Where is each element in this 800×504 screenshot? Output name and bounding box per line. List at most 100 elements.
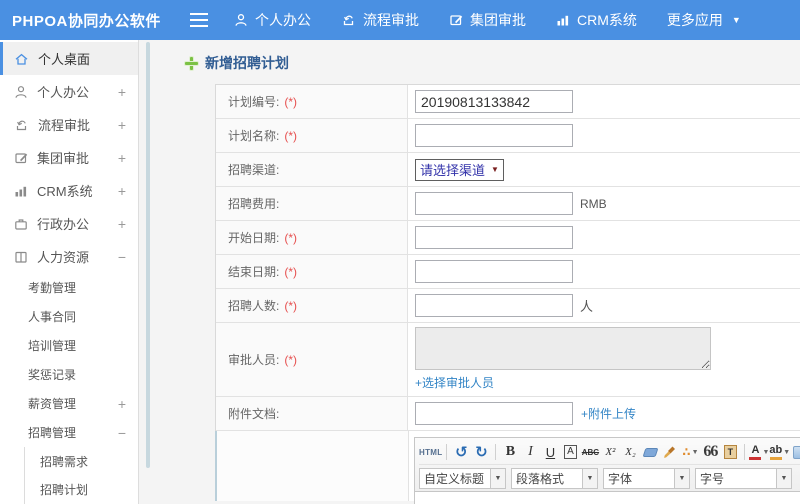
broom-icon <box>664 446 676 458</box>
page-title: 新增招聘计划 <box>185 53 800 73</box>
plan-number-input[interactable] <box>415 90 573 113</box>
field-value <box>408 119 800 152</box>
required-mark: (*) <box>284 264 298 279</box>
sidebar-item-hr[interactable]: 人力资源 − <box>0 240 138 273</box>
people-suffix: 人 <box>580 299 594 314</box>
font-color-button[interactable]: A ▼ <box>749 443 769 462</box>
expand-plus-icon[interactable]: + <box>118 150 126 166</box>
sidebar-item-label: 行政办公 <box>37 217 90 232</box>
font-size-combo[interactable]: 字号 ▼ <box>695 467 792 489</box>
field-value: +选择审批人员 <box>408 323 800 396</box>
eraser-button[interactable] <box>640 443 660 462</box>
format-brush-button[interactable] <box>660 443 680 462</box>
topnav-personal-office[interactable]: 个人办公 <box>234 10 311 30</box>
sidebar-item-recruit-plan[interactable]: 招聘计划 <box>25 475 138 503</box>
caret-down-icon: ▼ <box>776 468 791 488</box>
sidebar-item-group-approval[interactable]: 集团审批 + <box>0 141 138 174</box>
sidebar-item-personal-office[interactable]: 个人办公 + <box>0 75 138 108</box>
field-value: 请选择渠道 ▼ <box>408 153 800 186</box>
subscript-button[interactable]: X₂ <box>620 443 640 462</box>
italic-button[interactable]: I <box>520 443 540 462</box>
attachment-upload-link[interactable]: +附件上传 <box>581 405 636 422</box>
channel-select[interactable]: 请选择渠道 ▼ <box>415 158 504 181</box>
sidebar-item-recruit-mgmt[interactable]: 招聘管理 − <box>0 418 138 447</box>
undo-button[interactable]: ↺ <box>451 443 471 462</box>
source-code-button[interactable]: HTML <box>419 443 442 462</box>
recruit-plan-form: 计划编号: (*) 计划名称: (*) <box>215 84 800 504</box>
char-border-button[interactable]: A <box>560 443 580 462</box>
topnav-more-apps[interactable]: 更多应用 ▼ <box>667 10 741 30</box>
top-navigation: 个人办公 流程审批 集团审批 CRM系统 更多应用 ▼ <box>234 10 771 30</box>
combo-value: 段落格式 <box>516 471 565 486</box>
sidebar-item-admin-office[interactable]: 行政办公 + <box>0 207 138 240</box>
autotypeset-button[interactable]: ∴ ▼ <box>680 443 700 462</box>
topnav-label: CRM系统 <box>577 12 637 28</box>
sidebar-item-label: 奖惩记录 <box>28 368 77 382</box>
start-date-input[interactable] <box>415 226 573 249</box>
label-text: 招聘人数: <box>228 299 280 313</box>
expand-plus-icon[interactable]: + <box>118 183 126 199</box>
topnav-label: 流程审批 <box>363 12 419 28</box>
expand-plus-icon[interactable]: + <box>118 84 126 100</box>
sidebar-item-attendance[interactable]: 考勤管理 <box>0 273 138 302</box>
caret-down-icon: ▼ <box>731 15 741 25</box>
sidebar-scrollbar[interactable] <box>146 42 150 468</box>
required-mark: (*) <box>284 128 298 143</box>
richtext-edit-area[interactable] <box>414 492 800 504</box>
underline-button[interactable]: U <box>540 443 560 462</box>
paste-plain-button[interactable]: T <box>720 443 740 462</box>
richtext-toolbar: HTML ↺ ↻ B I U A ABC X² X₂ ∴ ▼ 66 T A ▼ … <box>414 437 800 492</box>
choose-approver-link[interactable]: +选择审批人员 <box>415 374 494 391</box>
headcount-input[interactable] <box>415 294 573 317</box>
sidebar-item-label: 个人办公 <box>37 85 90 100</box>
topnav-process-approval[interactable]: 流程审批 <box>341 10 419 30</box>
blockquote-button[interactable]: 66 <box>700 443 720 462</box>
redo-button[interactable]: ↻ <box>471 443 491 462</box>
superscript-button[interactable]: X² <box>600 443 620 462</box>
budget-input[interactable] <box>415 192 573 215</box>
home-icon <box>15 53 28 65</box>
topnav-label: 更多应用 <box>666 12 723 28</box>
collapse-minus-icon[interactable]: − <box>118 249 126 265</box>
expand-plus-icon[interactable]: + <box>118 216 126 232</box>
custom-title-combo[interactable]: 自定义标题 ▼ <box>419 467 506 489</box>
insert-image-button[interactable] <box>790 443 800 462</box>
field-value <box>408 221 800 254</box>
field-label: 招聘费用: <box>216 187 408 220</box>
bold-button[interactable]: B <box>500 443 520 462</box>
sidebar-item-desktop[interactable]: 个人桌面 <box>0 42 138 75</box>
sidebar-item-recruit-demand[interactable]: 招聘需求 <box>25 447 138 475</box>
sidebar-item-label: 薪资管理 <box>28 397 77 411</box>
approver-textarea[interactable] <box>415 327 711 370</box>
toolbar-separator <box>446 444 448 460</box>
attachment-input[interactable] <box>415 402 573 425</box>
topnav-crm-system[interactable]: CRM系统 <box>556 10 637 30</box>
label-text: 招聘费用: <box>228 197 280 211</box>
sidebar-item-rewards[interactable]: 奖惩记录 <box>0 360 138 389</box>
sidebar-item-training[interactable]: 培训管理 <box>0 331 138 360</box>
plan-name-input[interactable] <box>415 124 573 147</box>
user-icon <box>15 85 27 98</box>
sidebar-item-process-approval[interactable]: 流程审批 + <box>0 108 138 141</box>
background-color-button[interactable]: ab ▼ <box>769 443 790 462</box>
sidebar-item-hr-contract[interactable]: 人事合同 <box>0 302 138 331</box>
edit-icon <box>449 13 463 27</box>
end-date-input[interactable] <box>415 260 573 283</box>
sidebar-item-crm[interactable]: CRM系统 + <box>0 174 138 207</box>
sidebar-item-label: 招聘需求 <box>40 454 89 469</box>
expand-plus-icon[interactable]: + <box>118 117 126 133</box>
field-label: 结束日期: (*) <box>216 255 408 288</box>
collapse-minus-icon[interactable]: − <box>118 425 126 441</box>
label-text: 计划名称: <box>228 129 280 143</box>
caret-down-icon: ▼ <box>691 448 699 456</box>
paragraph-format-combo[interactable]: 段落格式 ▼ <box>511 467 598 489</box>
caret-down-icon: ▼ <box>490 468 505 488</box>
font-family-combo[interactable]: 字体 ▼ <box>603 467 690 489</box>
sidebar-item-label: 招聘计划 <box>40 482 89 497</box>
expand-plus-icon[interactable]: + <box>118 396 126 412</box>
select-value: 请选择渠道 <box>420 163 486 178</box>
hamburger-menu-icon[interactable] <box>190 13 208 27</box>
strikethrough-button[interactable]: ABC <box>580 443 600 462</box>
topnav-group-approval[interactable]: 集团审批 <box>449 10 526 30</box>
sidebar-item-salary[interactable]: 薪资管理 + <box>0 389 138 418</box>
